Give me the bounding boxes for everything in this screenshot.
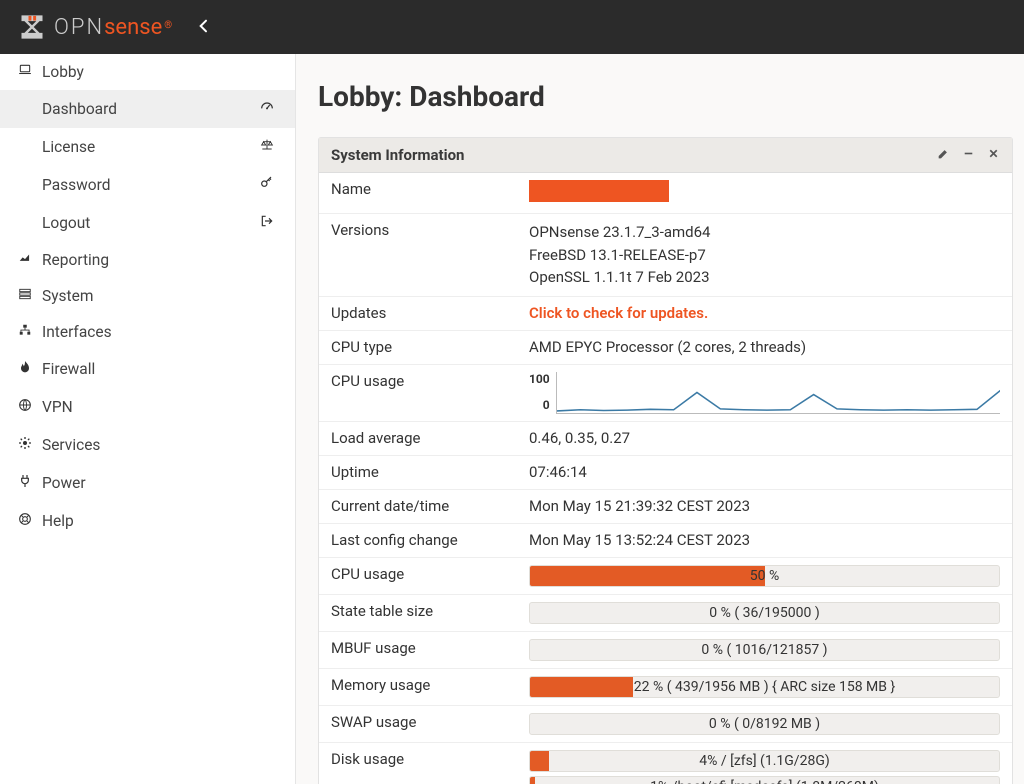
content: Lobby: Dashboard System Information Name… xyxy=(296,54,1024,784)
swap-label: SWAP usage xyxy=(319,706,529,742)
state-bar: 0 % ( 36/195000 ) xyxy=(529,602,1000,624)
minimize-icon[interactable] xyxy=(962,147,975,164)
swap-bar: 0 % ( 0/8192 MB ) xyxy=(529,713,1000,735)
sidebar-item-label: Power xyxy=(42,474,86,492)
loadavg-label: Load average xyxy=(319,422,529,455)
sidebar-item-label: Services xyxy=(42,436,100,454)
widget-title: System Information xyxy=(331,146,464,164)
server-icon xyxy=(14,287,36,305)
datetime-value: Mon May 15 21:39:32 CEST 2023 xyxy=(529,490,1012,523)
sidebar: Lobby Dashboard License Password Logout xyxy=(0,54,296,784)
disk1-bar: 4% / [zfs] (1.1G/28G) xyxy=(529,750,1000,772)
lastcfg-value: Mon May 15 13:52:24 CEST 2023 xyxy=(529,524,1012,557)
plug-icon xyxy=(14,473,36,493)
sidebar-item-label: License xyxy=(42,138,95,156)
state-label: State table size xyxy=(319,595,529,631)
check-updates-link[interactable]: Click to check for updates. xyxy=(529,297,1012,330)
area-chart-icon xyxy=(14,251,36,269)
cpuusage-bar: 50 % xyxy=(529,565,1000,587)
sidebar-item-label: Dashboard xyxy=(42,100,117,118)
logo-text: OPNsense® xyxy=(54,15,172,40)
sidebar-item-firewall[interactable]: Firewall xyxy=(0,350,295,388)
fire-icon xyxy=(14,359,36,379)
cpu-usage-chart: 100 0 xyxy=(529,372,1000,414)
sitemap-icon xyxy=(14,323,36,341)
versions-value: OPNsense 23.1.7_3-amd64 FreeBSD 13.1-REL… xyxy=(529,214,1012,296)
lastcfg-label: Last config change xyxy=(319,524,529,557)
sidebar-item-system[interactable]: System xyxy=(0,278,295,314)
sidebar-item-label: System xyxy=(42,287,93,305)
sidebar-item-services[interactable]: Services xyxy=(0,426,295,464)
logout-icon xyxy=(259,213,275,233)
cpuusage-bar-label: CPU usage xyxy=(319,558,529,594)
key-icon xyxy=(259,175,275,195)
loadavg-value: 0.46, 0.35, 0.27 xyxy=(529,422,1012,455)
globe-icon xyxy=(14,397,36,417)
sidebar-item-label: Password xyxy=(42,176,110,194)
name-label: Name xyxy=(319,173,529,213)
sidebar-item-dashboard[interactable]: Dashboard xyxy=(0,90,295,128)
versions-label: Versions xyxy=(319,214,529,296)
mbuf-bar: 0 % ( 1016/121857 ) xyxy=(529,639,1000,661)
mem-bar: 22 % ( 439/1956 MB ) { ARC size 158 MB } xyxy=(529,676,1000,698)
sidebar-item-logout[interactable]: Logout xyxy=(0,204,295,242)
sidebar-item-vpn[interactable]: VPN xyxy=(0,388,295,426)
sidebar-item-lobby[interactable]: Lobby xyxy=(0,54,295,90)
balance-scale-icon xyxy=(259,137,275,157)
cputype-label: CPU type xyxy=(319,331,529,364)
sidebar-item-label: Lobby xyxy=(42,63,84,81)
system-info-widget: System Information Name Versions OPNsens… xyxy=(318,137,1013,784)
sidebar-item-label: Firewall xyxy=(42,360,95,378)
sidebar-toggle-icon[interactable] xyxy=(196,15,212,39)
sidebar-item-help[interactable]: Help xyxy=(0,502,295,540)
dashboard-icon xyxy=(259,99,275,119)
name-value-redacted xyxy=(529,180,669,202)
cputype-value: AMD EPYC Processor (2 cores, 2 threads) xyxy=(529,331,1012,364)
disk2-bar: 1% /boot/efi [msdosfs] (1.8M/260M) xyxy=(529,776,1000,784)
widget-header: System Information xyxy=(319,138,1012,173)
topbar: OPNsense® xyxy=(0,0,1024,54)
sidebar-item-license[interactable]: License xyxy=(0,128,295,166)
sidebar-item-label: VPN xyxy=(42,398,73,416)
life-ring-icon xyxy=(14,511,36,531)
logo: OPNsense® xyxy=(18,13,172,41)
mbuf-label: MBUF usage xyxy=(319,632,529,668)
uptime-label: Uptime xyxy=(319,456,529,489)
edit-icon[interactable] xyxy=(937,147,950,164)
sidebar-item-power[interactable]: Power xyxy=(0,464,295,502)
sidebar-item-password[interactable]: Password xyxy=(0,166,295,204)
datetime-label: Current date/time xyxy=(319,490,529,523)
sidebar-item-label: Help xyxy=(42,512,74,530)
laptop-icon xyxy=(14,63,36,81)
page-title: Lobby: Dashboard xyxy=(318,80,1024,113)
sidebar-item-label: Reporting xyxy=(42,251,109,269)
updates-label: Updates xyxy=(319,297,529,330)
sidebar-item-label: Logout xyxy=(42,214,90,232)
close-icon[interactable] xyxy=(987,147,1000,164)
disk-label: Disk usage xyxy=(319,743,529,784)
cpuusage-graph-label: CPU usage xyxy=(319,365,529,421)
uptime-value: 07:46:14 xyxy=(529,456,1012,489)
sidebar-item-label: Interfaces xyxy=(42,323,112,341)
logo-icon xyxy=(18,13,46,41)
sidebar-item-reporting[interactable]: Reporting xyxy=(0,242,295,278)
mem-label: Memory usage xyxy=(319,669,529,705)
gear-icon xyxy=(14,435,36,455)
sidebar-item-interfaces[interactable]: Interfaces xyxy=(0,314,295,350)
